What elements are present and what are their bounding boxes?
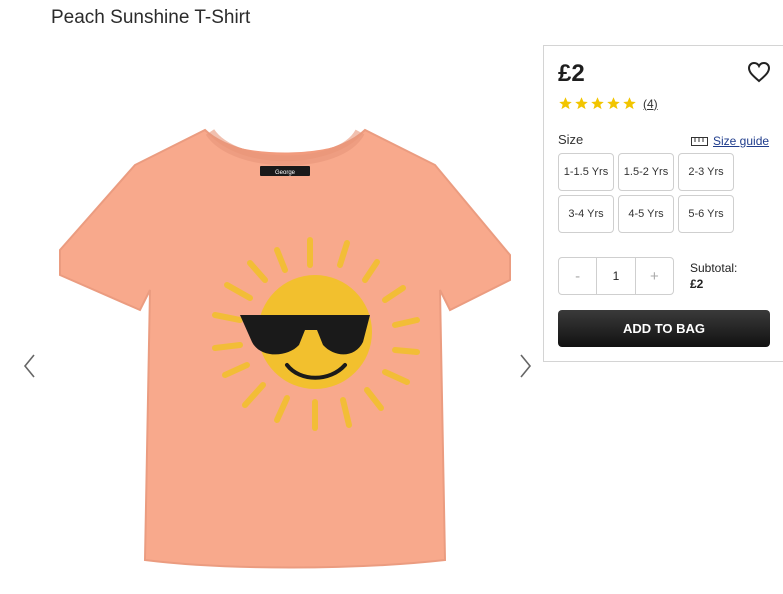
size-option[interactable]: 1.5-2 Yrs [618,153,674,191]
prev-image-button[interactable] [19,352,41,380]
subtotal-label: Subtotal: [690,261,738,275]
star-icon [623,97,636,110]
subtotal: Subtotal: £2 [690,260,737,292]
quantity-increase-button[interactable]: + [636,258,673,294]
purchase-panel: £2 (4) Size Size guide 1-1.5 Yrs 1.5-2 Y… [543,45,783,362]
subtotal-amount: £2 [690,277,704,291]
product-price: £2 [558,60,585,87]
size-options: 1-1.5 Yrs 1.5-2 Yrs 2-3 Yrs 3-4 Yrs 4-5 … [558,153,734,233]
chevron-right-icon [520,354,532,378]
size-option[interactable]: 4-5 Yrs [618,195,674,233]
product-image: George [59,128,511,569]
size-guide-link[interactable]: Size guide [691,134,769,148]
quantity-stepper: - 1 + [558,257,674,295]
rating: (4) [558,96,658,111]
product-title: Peach Sunshine T-Shirt [51,7,251,28]
wishlist-button[interactable] [747,61,771,83]
chevron-left-icon [23,354,35,378]
size-label: Size [558,132,584,147]
ruler-icon [691,136,708,146]
size-option[interactable]: 1-1.5 Yrs [558,153,614,191]
size-option[interactable]: 3-4 Yrs [558,195,614,233]
review-count-link[interactable]: (4) [643,97,658,111]
quantity-decrease-button[interactable]: - [559,258,596,294]
star-icon [591,97,604,110]
star-icon [559,97,572,110]
star-icon [607,97,620,110]
add-to-bag-button[interactable]: ADD TO BAG [558,310,770,347]
size-option[interactable]: 2-3 Yrs [678,153,734,191]
quantity-value[interactable]: 1 [596,258,636,294]
heart-icon [747,61,771,83]
svg-text:George: George [275,170,296,176]
size-guide-label: Size guide [713,134,770,148]
next-image-button[interactable] [514,352,536,380]
size-option[interactable]: 5-6 Yrs [678,195,734,233]
star-icon [575,97,588,110]
